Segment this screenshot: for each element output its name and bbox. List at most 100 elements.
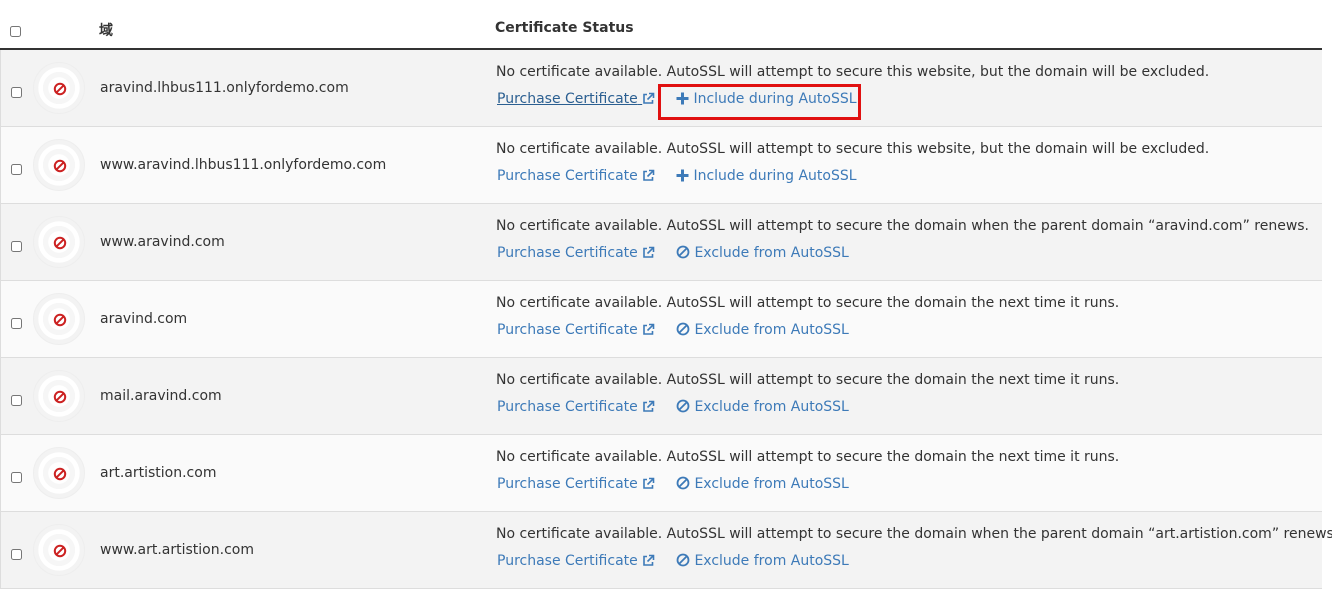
no-certificate-status-icon xyxy=(33,139,85,191)
row-actions: Purchase Certificate Exclude from AutoSS… xyxy=(497,476,849,492)
external-link-icon xyxy=(643,246,655,258)
purchase-certificate-link[interactable]: Purchase Certificate xyxy=(497,322,655,338)
ban-icon xyxy=(53,82,67,96)
ban-icon xyxy=(53,390,67,404)
row-checkbox-cell xyxy=(11,391,22,410)
plus-icon xyxy=(676,169,689,182)
ban-icon xyxy=(677,245,690,259)
purchase-certificate-label: Purchase Certificate xyxy=(497,322,638,338)
external-link-icon xyxy=(643,477,655,489)
row-checkbox[interactable] xyxy=(11,472,22,483)
row-checkbox-cell xyxy=(11,314,22,333)
table-row: www.aravind.com No certificate available… xyxy=(0,204,1322,281)
ban-icon xyxy=(53,313,67,327)
external-link-icon xyxy=(643,92,655,104)
row-checkbox-cell xyxy=(11,83,22,102)
ban-icon xyxy=(677,399,690,413)
exclude-from-autossl-link[interactable]: Exclude from AutoSSL xyxy=(676,399,849,415)
row-checkbox-cell xyxy=(11,237,22,256)
no-certificate-status-icon xyxy=(33,293,85,345)
ban-icon xyxy=(53,236,67,250)
include-during-autossl-link[interactable]: Include during AutoSSL xyxy=(676,91,857,107)
row-actions: Purchase Certificate Exclude from AutoSS… xyxy=(497,245,849,261)
row-checkbox-cell xyxy=(11,545,22,564)
row-actions: Purchase Certificate Exclude from AutoSS… xyxy=(497,553,849,569)
action-label: Exclude from AutoSSL xyxy=(694,322,849,338)
include-during-autossl-link[interactable]: Include during AutoSSL xyxy=(676,168,857,184)
no-certificate-status-icon xyxy=(33,524,85,576)
domain-name: www.aravind.lhbus111.onlyfordemo.com xyxy=(100,157,387,173)
purchase-certificate-label: Purchase Certificate xyxy=(497,91,638,107)
row-actions: Purchase Certificate Exclude from AutoSS… xyxy=(497,399,849,415)
domain-name: art.artistion.com xyxy=(100,465,217,481)
purchase-certificate-link[interactable]: Purchase Certificate xyxy=(497,168,655,184)
status-column-header[interactable]: Certificate Status xyxy=(495,20,634,36)
no-certificate-status-icon xyxy=(33,216,85,268)
domain-name: www.art.artistion.com xyxy=(100,542,254,558)
row-checkbox[interactable] xyxy=(11,87,22,98)
purchase-certificate-label: Purchase Certificate xyxy=(497,399,638,415)
row-checkbox[interactable] xyxy=(11,395,22,406)
row-checkbox-cell xyxy=(11,160,22,179)
domain-name: www.aravind.com xyxy=(100,234,225,250)
ssl-status-table: 域 Certificate Status aravind.lhbus111.on… xyxy=(0,0,1332,589)
ban-icon xyxy=(677,553,690,567)
exclude-from-autossl-link[interactable]: Exclude from AutoSSL xyxy=(676,245,849,261)
action-label: Exclude from AutoSSL xyxy=(694,399,849,415)
ban-icon xyxy=(53,544,67,558)
ban-icon xyxy=(677,476,690,490)
row-actions: Purchase Certificate Exclude from AutoSS… xyxy=(497,322,849,338)
row-checkbox[interactable] xyxy=(11,549,22,560)
domain-name: aravind.com xyxy=(100,311,188,327)
domain-column-header[interactable]: 域 xyxy=(99,20,113,40)
row-checkbox[interactable] xyxy=(11,318,22,329)
table-row: aravind.lhbus111.onlyfordemo.com No cert… xyxy=(0,50,1322,127)
purchase-certificate-label: Purchase Certificate xyxy=(497,245,638,261)
table-row: mail.aravind.com No certificate availabl… xyxy=(0,358,1322,435)
certificate-status-message: No certificate available. AutoSSL will a… xyxy=(496,372,1120,388)
exclude-from-autossl-link[interactable]: Exclude from AutoSSL xyxy=(676,553,849,569)
purchase-certificate-link[interactable]: Purchase Certificate xyxy=(497,245,655,261)
ban-icon xyxy=(53,467,67,481)
table-row: www.art.artistion.com No certificate ava… xyxy=(0,512,1332,589)
purchase-certificate-link[interactable]: Purchase Certificate xyxy=(497,553,655,569)
row-actions: Purchase Certificate Include during Auto… xyxy=(497,168,857,184)
certificate-status-message: No certificate available. AutoSSL will a… xyxy=(496,526,1332,542)
row-actions: Purchase Certificate Include during Auto… xyxy=(497,91,857,107)
certificate-status-message: No certificate available. AutoSSL will a… xyxy=(496,141,1210,157)
certificate-status-message: No certificate available. AutoSSL will a… xyxy=(496,64,1210,80)
purchase-certificate-link[interactable]: Purchase Certificate xyxy=(497,399,655,415)
certificate-status-message: No certificate available. AutoSSL will a… xyxy=(496,295,1120,311)
table-header: 域 Certificate Status xyxy=(0,0,1322,50)
external-link-icon xyxy=(643,169,655,181)
purchase-certificate-label: Purchase Certificate xyxy=(497,553,638,569)
table-row: www.aravind.lhbus111.onlyfordemo.com No … xyxy=(0,127,1322,204)
purchase-certificate-label: Purchase Certificate xyxy=(497,476,638,492)
purchase-certificate-link[interactable]: Purchase Certificate xyxy=(497,91,655,107)
no-certificate-status-icon xyxy=(33,447,85,499)
table-row: art.artistion.com No certificate availab… xyxy=(0,435,1322,512)
external-link-icon xyxy=(643,400,655,412)
action-label: Include during AutoSSL xyxy=(693,168,857,184)
certificate-status-message: No certificate available. AutoSSL will a… xyxy=(496,449,1120,465)
domain-name: mail.aravind.com xyxy=(100,388,222,404)
no-certificate-status-icon xyxy=(33,370,85,422)
action-label: Exclude from AutoSSL xyxy=(694,476,849,492)
exclude-from-autossl-link[interactable]: Exclude from AutoSSL xyxy=(676,322,849,338)
purchase-certificate-link[interactable]: Purchase Certificate xyxy=(497,476,655,492)
ban-icon xyxy=(677,322,690,336)
action-label: Exclude from AutoSSL xyxy=(694,245,849,261)
row-checkbox[interactable] xyxy=(11,241,22,252)
external-link-icon xyxy=(643,554,655,566)
row-checkbox-cell xyxy=(11,468,22,487)
purchase-certificate-label: Purchase Certificate xyxy=(497,168,638,184)
external-link-icon xyxy=(643,323,655,335)
plus-icon xyxy=(676,92,689,105)
row-checkbox[interactable] xyxy=(11,164,22,175)
certificate-status-message: No certificate available. AutoSSL will a… xyxy=(496,218,1310,234)
exclude-from-autossl-link[interactable]: Exclude from AutoSSL xyxy=(676,476,849,492)
domain-name: aravind.lhbus111.onlyfordemo.com xyxy=(100,80,349,96)
select-all-checkbox[interactable] xyxy=(10,26,21,37)
action-label: Exclude from AutoSSL xyxy=(694,553,849,569)
action-label: Include during AutoSSL xyxy=(693,91,857,107)
